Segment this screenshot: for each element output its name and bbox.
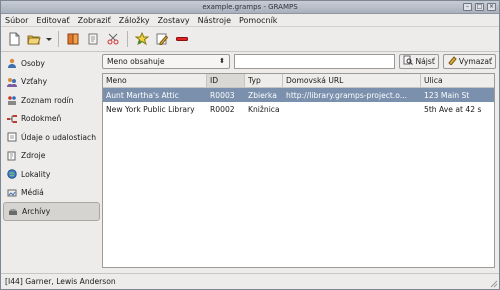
scissors-button[interactable]	[104, 30, 122, 48]
person-icon	[7, 58, 17, 69]
cell-street: 123 Main St	[424, 90, 470, 100]
sidebar-item-sources[interactable]: Zdroje	[3, 147, 100, 166]
find-button-label: Nájsť	[415, 56, 435, 66]
page-button[interactable]	[84, 30, 102, 48]
sidebar-item-label: Údaje o udalostiach	[21, 132, 97, 142]
media-icon	[7, 188, 17, 198]
find-button[interactable]: Nájsť	[399, 53, 439, 69]
open-recent-dropdown[interactable]	[45, 30, 53, 48]
pedigree-icon	[7, 114, 17, 124]
combo-arrows-icon: ⬍	[219, 57, 225, 65]
clear-icon	[447, 55, 457, 67]
sidebar-item-label: Vzťahy	[21, 77, 48, 87]
remove-icon	[176, 37, 188, 41]
open-icon	[27, 35, 41, 45]
clear-button[interactable]: Vymazať	[442, 53, 496, 69]
filter-bar: Meno obsahuje ⬍ Nájsť Vymazať	[102, 53, 496, 69]
menu-bar: Súbor Editovať Zobraziť Záložky Zostavy …	[1, 14, 499, 27]
window-controls: – □ ×	[463, 3, 496, 11]
edit-button[interactable]	[153, 30, 171, 48]
window-title: example.gramps - GRAMPS	[202, 3, 298, 11]
filter-combo[interactable]: Meno obsahuje ⬍	[102, 53, 230, 69]
status-bar: [I44] Garner, Lewis Anderson	[1, 273, 499, 289]
remove-button[interactable]	[173, 30, 191, 48]
column-header-street[interactable]: Ulica	[421, 74, 494, 87]
sidebar-item-label: Lokality	[21, 169, 51, 179]
cell-url: http://library.gramps-project.o...	[286, 90, 408, 100]
table-header: Meno ID Typ Domovská URL Ulica	[103, 74, 494, 88]
cell-name: New York Public Library	[106, 104, 195, 114]
sidebar-item-families[interactable]: Zoznam rodín	[3, 91, 100, 110]
add-button[interactable]	[133, 30, 151, 48]
sidebar-item-label: Archívy	[22, 206, 51, 216]
new-icon	[9, 32, 20, 46]
repository-table: Meno ID Typ Domovská URL Ulica Aunt Mart…	[102, 73, 495, 268]
menu-help[interactable]: Pomocník	[239, 16, 277, 25]
minimize-button[interactable]: –	[463, 3, 472, 11]
maximize-button[interactable]: □	[475, 3, 484, 11]
menu-file[interactable]: Súbor	[5, 16, 28, 25]
sidebar-item-pedigree[interactable]: Rodokmeň	[3, 110, 100, 129]
relationship-icon	[7, 77, 17, 87]
title-bar[interactable]: example.gramps - GRAMPS – □ ×	[1, 1, 499, 14]
menu-bookmarks[interactable]: Záložky	[119, 16, 150, 25]
filter-combo-value: Meno obsahuje	[107, 56, 165, 66]
cell-id: R0002	[210, 104, 235, 114]
find-icon	[403, 55, 414, 67]
close-button[interactable]: ×	[487, 3, 496, 11]
sidebar-item-media[interactable]: Médiá	[3, 184, 100, 203]
resize-grip-icon[interactable]	[488, 278, 498, 288]
sources-icon	[7, 151, 17, 161]
table-row[interactable]: Aunt Martha's Attic R0003 Zbierka http:/…	[103, 88, 494, 102]
sidebar-item-label: Osoby	[21, 58, 45, 68]
family-tree-icon	[67, 33, 79, 45]
sidebar-item-label: Rodokmeň	[21, 114, 62, 124]
cell-id: R0003	[210, 90, 235, 100]
scissors-icon	[107, 33, 119, 45]
sidebar-item-places[interactable]: Lokality	[3, 165, 100, 184]
open-button[interactable]	[25, 30, 43, 48]
sidebar-item-persons[interactable]: Osoby	[3, 54, 100, 73]
menu-edit[interactable]: Editovať	[36, 16, 69, 25]
toolbar-separator	[58, 31, 59, 47]
cell-street: 5th Ave at 42 s	[424, 104, 482, 114]
toolbar	[1, 27, 499, 52]
sidebar: Osoby Vzťahy Zoznam rodín Rodokmeň Údaje…	[3, 54, 100, 221]
add-star-icon	[135, 32, 149, 46]
sidebar-item-label: Zdroje	[21, 151, 46, 161]
events-icon	[7, 132, 17, 142]
cell-type: Knižnica	[248, 104, 280, 114]
column-header-name[interactable]: Meno	[103, 74, 207, 87]
column-header-url[interactable]: Domovská URL	[283, 74, 421, 87]
sidebar-item-label: Zoznam rodín	[21, 95, 74, 105]
column-header-type[interactable]: Typ	[245, 74, 283, 87]
repository-icon	[8, 206, 18, 216]
search-input[interactable]	[234, 53, 396, 69]
sidebar-item-relationships[interactable]: Vzťahy	[3, 73, 100, 92]
menu-reports[interactable]: Zostavy	[158, 16, 190, 25]
new-button[interactable]	[5, 30, 23, 48]
menu-view[interactable]: Zobraziť	[78, 16, 111, 25]
family-icon	[7, 95, 17, 106]
toolbar-separator	[127, 31, 128, 47]
cell-type: Zbierka	[248, 90, 277, 100]
sidebar-item-events[interactable]: Údaje o udalostiach	[3, 128, 100, 147]
table-row[interactable]: New York Public Library R0002 Knižnica 5…	[103, 102, 494, 116]
status-text: [I44] Garner, Lewis Anderson	[5, 277, 116, 286]
edit-icon	[156, 33, 169, 45]
dropdown-arrow-icon	[46, 38, 52, 41]
sidebar-item-repositories[interactable]: Archívy	[3, 202, 100, 221]
family-tree-button[interactable]	[64, 30, 82, 48]
menu-tools[interactable]: Nástroje	[198, 16, 231, 25]
page-icon	[88, 33, 98, 45]
sidebar-item-label: Médiá	[21, 188, 44, 198]
column-header-id[interactable]: ID	[207, 74, 245, 87]
app-window: example.gramps - GRAMPS – □ × Súbor Edit…	[0, 0, 500, 290]
cell-name: Aunt Martha's Attic	[106, 90, 179, 100]
clear-button-label: Vymazať	[458, 56, 492, 66]
places-icon	[7, 169, 17, 179]
